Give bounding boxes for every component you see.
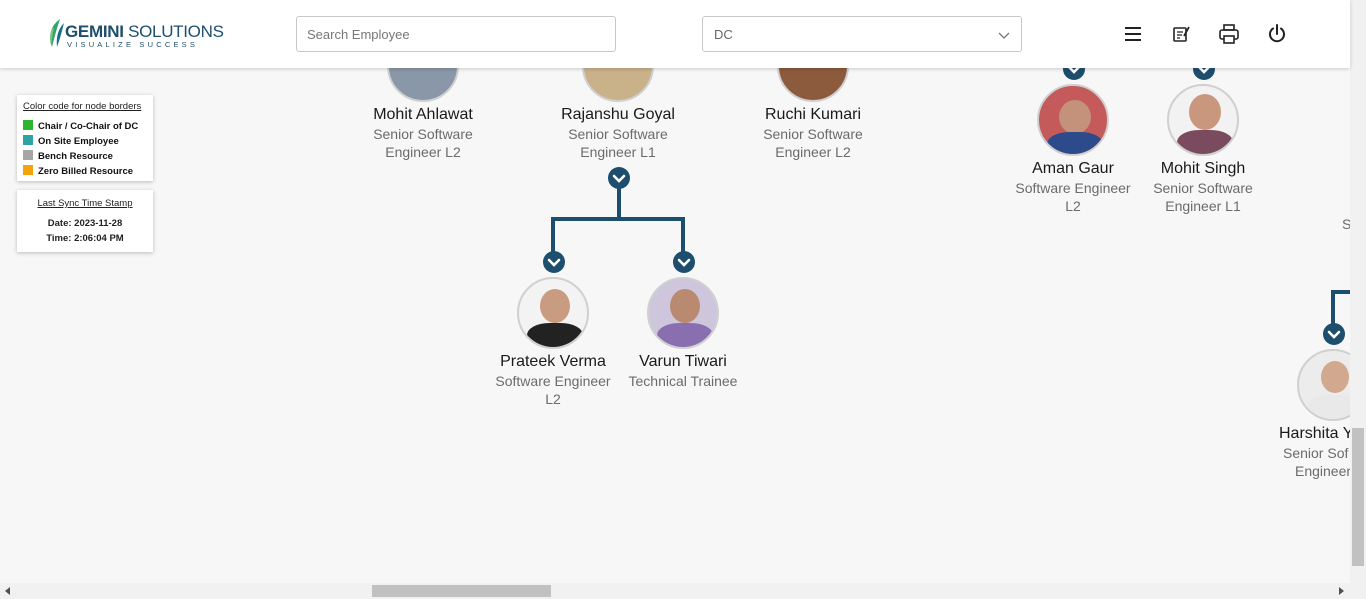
employee-node[interactable]: Rajanshu Goyal Senior Software Engineer …: [543, 105, 693, 161]
employee-role: Technical Trainee: [628, 373, 738, 389]
expand-toggle-button[interactable]: [1323, 323, 1345, 345]
tree-connector: [551, 217, 555, 253]
avatar[interactable]: [1037, 84, 1109, 156]
scroll-left-icon[interactable]: [4, 587, 12, 595]
employee-role: Senior Software: [763, 126, 863, 142]
employee-role: Software Engineer: [1015, 180, 1131, 196]
tree-connector: [681, 217, 685, 253]
legend-label: Chair / Co-Chair of DC: [38, 121, 139, 132]
brand-tagline: VISUALIZE SUCCESS: [67, 40, 199, 49]
notes-icon[interactable]: [1169, 22, 1193, 46]
employee-node[interactable]: Mohit Singh Senior Software Engineer L1: [1128, 159, 1278, 215]
employee-name: Aman Gaur: [1032, 160, 1114, 177]
expand-toggle-button[interactable]: [673, 251, 695, 273]
chevron-down-icon: [1327, 330, 1341, 339]
chevron-down-icon: [612, 174, 626, 183]
employee-role: Senior Software: [1153, 180, 1253, 196]
tree-connector: [551, 217, 685, 221]
legend-label: Zero Billed Resource: [38, 166, 134, 177]
legend-label: On Site Employee: [38, 136, 119, 147]
employee-node[interactable]: Harshita Y Senior Sof Engineer: [1277, 424, 1350, 480]
employee-role: Engineer L2: [775, 144, 851, 160]
avatar[interactable]: [1167, 84, 1239, 156]
employee-node[interactable]: Varun Tiwari Technical Trainee: [608, 352, 758, 390]
power-icon[interactable]: [1265, 22, 1289, 46]
employee-node[interactable]: Prateek Verma Software Engineer L2: [478, 352, 628, 408]
employee-role: Engineer L2: [385, 144, 461, 160]
department-select-value: DC: [714, 27, 733, 42]
employee-name: Prateek Verma: [500, 353, 606, 370]
print-icon[interactable]: [1217, 22, 1241, 46]
employee-role: Engineer: [1295, 463, 1350, 479]
department-select[interactable]: DC: [702, 16, 1022, 52]
legend-label: Bench Resource: [38, 151, 113, 162]
tree-connector: [1331, 290, 1335, 326]
employee-role: Engineer L1: [580, 144, 656, 160]
avatar[interactable]: [517, 277, 589, 349]
legend-swatch-green: [23, 120, 33, 130]
avatar[interactable]: [647, 277, 719, 349]
brand-name: GEMINI SOLUTIONS: [65, 22, 224, 41]
employee-role: Senior Software: [568, 126, 668, 142]
employee-name: Ruchi Kumari: [764, 106, 862, 123]
employee-role: Senior Software: [373, 126, 473, 142]
chevron-down-icon: [547, 258, 561, 267]
employee-name: Mohit Ahlawat: [373, 106, 473, 123]
employee-node[interactable]: Ruchi Kumari Senior Software Engineer L2: [738, 105, 888, 161]
legend-swatch-teal: [23, 135, 33, 145]
employee-role: Senior Sof: [1283, 445, 1349, 461]
employee-node[interactable]: Aman Gaur Software Engineer L2: [998, 159, 1148, 215]
search-employee-input[interactable]: [296, 16, 616, 52]
employee-name: Varun Tiwari: [639, 353, 727, 370]
expand-toggle-button[interactable]: [543, 251, 565, 273]
expand-toggle-button[interactable]: [608, 167, 630, 189]
chevron-down-icon: [677, 258, 691, 267]
sync-date: Date: 2023-11-28: [47, 218, 123, 229]
app-header: GEMINI SOLUTIONS VISUALIZE SUCCESS DC: [0, 0, 1350, 68]
gemini-logo[interactable]: GEMINI SOLUTIONS VISUALIZE SUCCESS: [46, 17, 224, 51]
vertical-scrollbar-thumb[interactable]: [1352, 428, 1364, 566]
employee-name: Rajanshu Goyal: [561, 106, 675, 123]
scrollbar-corner: [1350, 583, 1366, 599]
chevron-down-icon: [998, 32, 1010, 39]
color-legend: Color code for node borders Chair / Co-C…: [17, 95, 153, 181]
legend-title: Color code for node borders: [23, 101, 142, 112]
tree-connector: [617, 184, 621, 220]
employee-node[interactable]: Mohit Ahlawat Senior Software Engineer L…: [348, 105, 498, 161]
employee-role: Engineer L1: [1165, 198, 1241, 214]
employee-role: Software Engineer: [495, 373, 611, 389]
menu-icon[interactable]: [1121, 22, 1145, 46]
horizontal-scrollbar[interactable]: [0, 583, 1350, 599]
sync-timestamp-box: Last Sync Time Stamp Date: 2023-11-28 Ti…: [17, 190, 153, 252]
legend-swatch-gray: [23, 150, 33, 160]
scroll-right-icon[interactable]: [1337, 587, 1345, 595]
legend-swatch-orange: [23, 165, 33, 175]
sync-title: Last Sync Time Stamp: [37, 198, 133, 209]
employee-role: L2: [1065, 198, 1081, 214]
employee-role: L2: [545, 391, 561, 407]
employee-name: Harshita Y: [1279, 425, 1350, 442]
employee-name: Mohit Singh: [1160, 160, 1246, 177]
horizontal-scrollbar-thumb[interactable]: [372, 585, 551, 597]
sync-time: Time: 2:06:04 PM: [46, 233, 124, 244]
